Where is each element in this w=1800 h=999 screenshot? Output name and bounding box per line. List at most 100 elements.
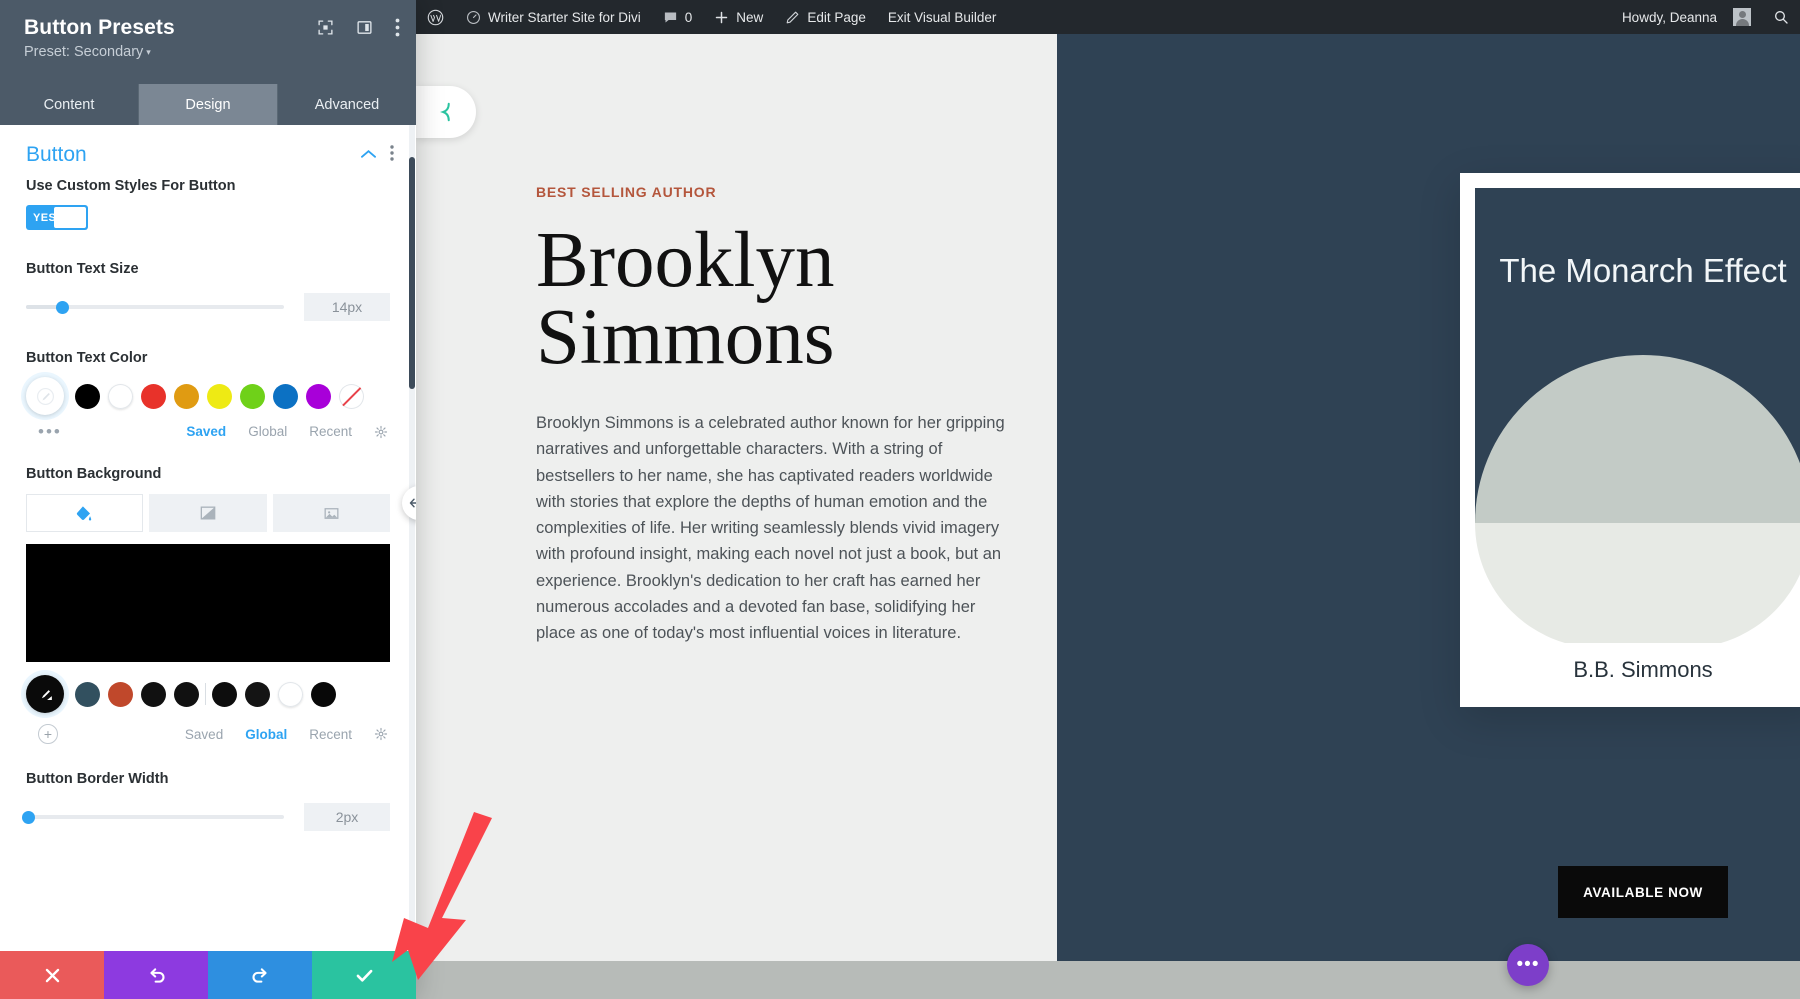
group-title: Button <box>26 143 87 166</box>
cancel-button[interactable] <box>0 951 104 999</box>
tab-design[interactable]: Design <box>139 84 278 125</box>
background-color-meta: + Saved Global Recent <box>26 724 390 744</box>
swatch-black[interactable] <box>75 383 100 409</box>
panel-scrollbar-thumb[interactable] <box>409 157 415 389</box>
button-text-size-slider[interactable] <box>26 300 284 314</box>
button-text-color-label: Button Text Color <box>26 350 148 366</box>
swatch-orange[interactable] <box>174 383 199 409</box>
global-swatch-2[interactable] <box>108 681 133 707</box>
global-swatch-8[interactable] <box>311 681 336 707</box>
wordpress-icon <box>427 9 444 25</box>
global-swatch-1[interactable] <box>75 681 100 707</box>
background-source-links: Saved Global Recent <box>185 727 388 742</box>
edit-page-menu[interactable]: Edit Page <box>774 0 877 34</box>
new-menu[interactable]: New <box>703 0 774 34</box>
button-border-width-slider[interactable] <box>22 810 284 824</box>
swatch-green[interactable] <box>240 383 265 409</box>
image-icon <box>324 507 339 519</box>
book-cover-top: The Monarch Effect <box>1475 188 1800 523</box>
petal-shape-bottom-right <box>1643 523 1800 643</box>
field-button-text-size: Button Text Size 14px <box>0 260 416 321</box>
button-text-color-swatches <box>26 377 390 415</box>
bgtab-image[interactable] <box>272 494 390 532</box>
chevron-up-icon[interactable] <box>361 146 376 164</box>
layout-icon[interactable] <box>356 19 373 36</box>
bg-link-saved[interactable]: Saved <box>185 727 223 742</box>
swatch-white[interactable] <box>108 383 133 409</box>
global-swatch-5[interactable] <box>212 681 237 707</box>
divi-logo-icon <box>440 102 450 122</box>
swatch-red[interactable] <box>141 383 166 409</box>
more-vertical-icon[interactable] <box>390 144 394 166</box>
bgtab-color[interactable] <box>26 494 144 532</box>
swatch-divider <box>205 683 206 705</box>
howdy-label: Howdy, Deanna <box>1621 9 1717 25</box>
slider-knob[interactable] <box>56 300 70 314</box>
more-options-dots[interactable]: ••• <box>26 423 62 440</box>
link-recent[interactable]: Recent <box>309 424 352 439</box>
undo-button[interactable] <box>104 951 208 999</box>
tab-advanced[interactable]: Advanced <box>278 84 416 125</box>
button-text-size-input[interactable]: 14px <box>304 293 390 321</box>
button-border-width-input[interactable]: 2px <box>304 803 390 831</box>
redo-icon <box>251 967 267 983</box>
search-button[interactable] <box>1762 0 1800 34</box>
page-canvas: BEST SELLING AUTHOR Brooklyn Simmons Bro… <box>416 34 1800 999</box>
eyebrow-text: BEST SELLING AUTHOR <box>536 184 717 200</box>
field-button-border-width: Button Border Width 2px <box>0 770 416 831</box>
wp-logo-button[interactable] <box>416 0 455 34</box>
swatch-purple[interactable] <box>306 383 331 409</box>
close-icon <box>45 968 59 982</box>
link-saved[interactable]: Saved <box>186 424 226 439</box>
global-swatch-3[interactable] <box>141 681 166 707</box>
exit-visual-builder-label: Exit Visual Builder <box>887 9 997 25</box>
bg-link-global[interactable]: Global <box>245 727 287 742</box>
gear-icon[interactable] <box>374 727 388 741</box>
use-custom-styles-toggle[interactable]: YES <box>26 205 88 230</box>
link-global[interactable]: Global <box>248 424 287 439</box>
paint-bucket-icon <box>77 505 92 521</box>
eyedropper-icon[interactable] <box>26 675 64 713</box>
add-color-button[interactable]: + <box>38 724 58 744</box>
avatar <box>1733 8 1751 26</box>
background-color-preview[interactable] <box>26 544 390 662</box>
swatch-clear[interactable] <box>339 383 364 409</box>
book-cover-bottom <box>1475 523 1800 643</box>
author-bio-paragraph: Brooklyn Simmons is a celebrated author … <box>536 414 1005 643</box>
save-button[interactable] <box>312 951 416 999</box>
site-name-menu[interactable]: Writer Starter Site for Divi <box>455 0 652 34</box>
global-swatch-4[interactable] <box>174 681 199 707</box>
gear-icon[interactable] <box>374 425 388 439</box>
page-title: Brooklyn Simmons <box>536 217 835 381</box>
more-horizontal-icon: ••• <box>1516 954 1540 975</box>
tab-content[interactable]: Content <box>0 84 139 125</box>
button-text-size-label: Button Text Size <box>26 261 139 277</box>
available-now-button[interactable]: AVAILABLE NOW <box>1558 866 1728 918</box>
bgtab-gradient[interactable] <box>149 494 267 532</box>
more-vertical-icon[interactable] <box>395 18 400 37</box>
global-swatch-6[interactable] <box>245 681 270 707</box>
divi-logo-button[interactable] <box>416 86 476 138</box>
undo-icon <box>149 967 165 983</box>
preset-selector[interactable]: Preset: Secondary ▾ <box>24 44 394 60</box>
field-button-text-color: Button Text Color ••• Saved Global Recen… <box>0 349 416 440</box>
exit-visual-builder-menu[interactable]: Exit Visual Builder <box>877 0 1008 34</box>
divi-settings-fab[interactable]: ••• <box>1507 944 1549 986</box>
comments-menu[interactable]: 0 <box>652 0 704 34</box>
bg-link-recent[interactable]: Recent <box>309 727 352 742</box>
slider-knob[interactable] <box>22 810 35 824</box>
panel-header: Button Presets Preset: Secondary ▾ <box>0 0 416 84</box>
check-icon <box>356 969 372 982</box>
button-text-size-row: 14px <box>26 293 390 321</box>
account-menu[interactable]: Howdy, Deanna <box>1611 0 1762 34</box>
swatch-yellow[interactable] <box>207 383 232 409</box>
book-title: The Monarch Effect <box>1499 252 1787 289</box>
redo-button[interactable] <box>208 951 312 999</box>
swatch-blue[interactable] <box>273 383 298 409</box>
eyedropper-icon[interactable] <box>26 377 64 415</box>
focus-icon[interactable] <box>317 19 334 36</box>
toggle-value: YES <box>33 211 57 224</box>
global-swatch-7[interactable] <box>278 681 303 707</box>
pencil-icon <box>786 11 799 23</box>
gradient-icon <box>200 506 216 520</box>
